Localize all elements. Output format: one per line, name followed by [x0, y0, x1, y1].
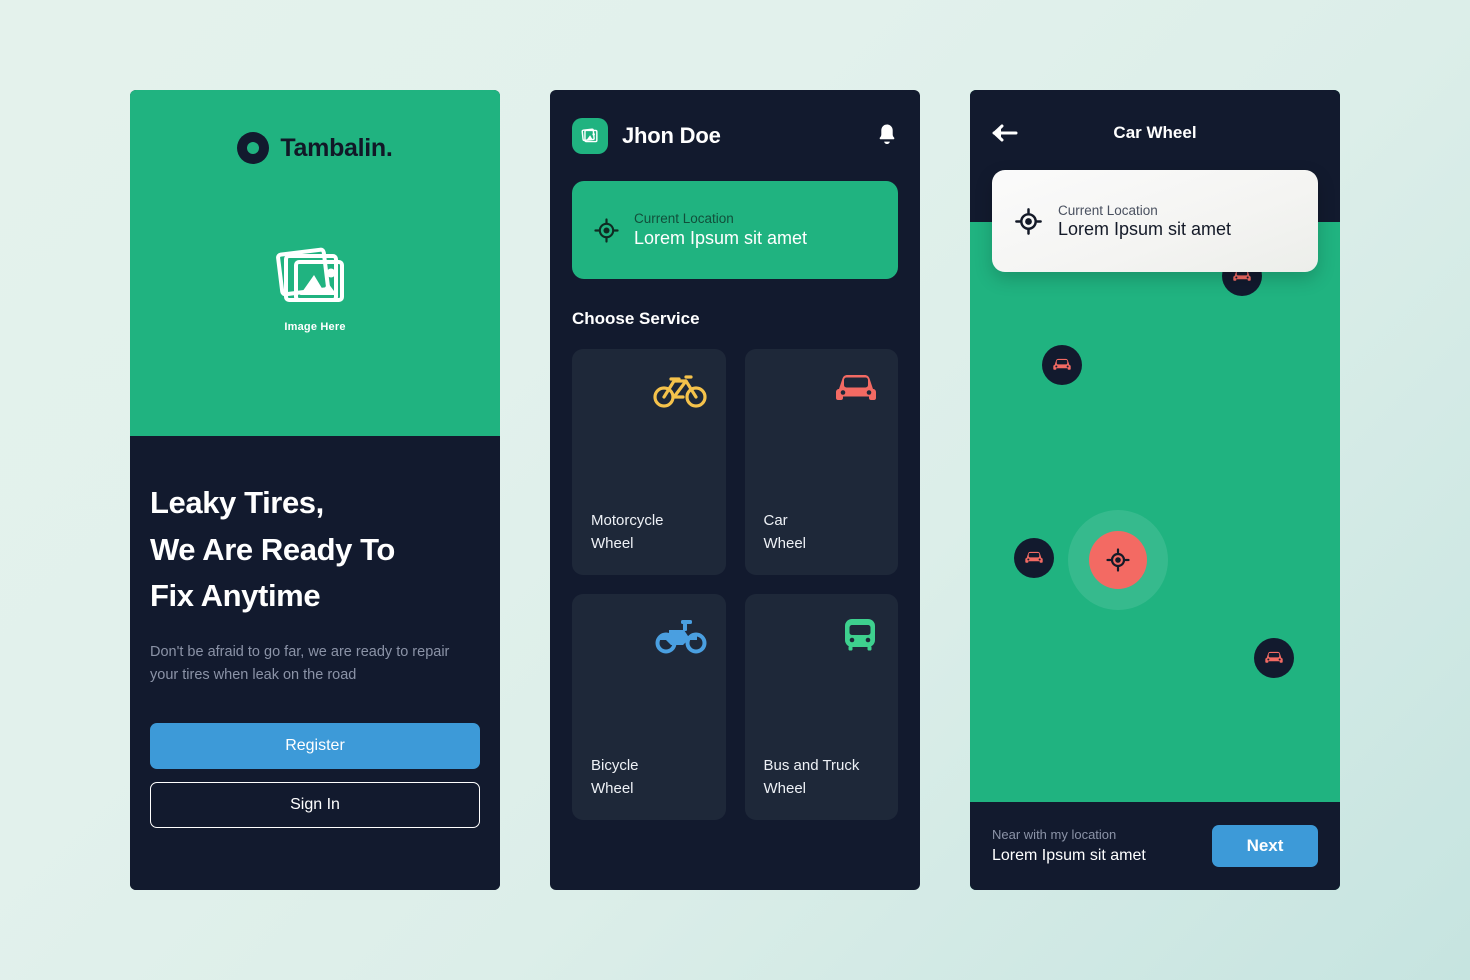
image-placeholder: Image Here: [130, 240, 500, 333]
car-icon: [764, 371, 880, 407]
service-label-line-2: Wheel: [591, 779, 634, 797]
crosshair-icon: [594, 217, 619, 243]
page-title: Car Wheel: [1113, 123, 1197, 142]
bicycle-icon: [591, 371, 707, 409]
map-canvas[interactable]: [970, 222, 1340, 802]
service-label-line-2: Wheel: [763, 534, 807, 552]
image-placeholder-icon: [276, 247, 344, 302]
current-location-card[interactable]: Current Location Lorem Ipsum sit amet: [572, 181, 898, 279]
service-label-line-2: Wheel: [591, 534, 634, 552]
service-card-bicycle-wheel[interactable]: Bicycle Wheel: [572, 594, 726, 820]
map-marker-car[interactable]: [1042, 345, 1082, 385]
image-placeholder-caption: Image Here: [284, 321, 346, 333]
service-label-line-2: Wheel: [763, 779, 807, 797]
phone-screen-map: Car Wheel Current Location Lorem Ipsum s…: [970, 90, 1340, 890]
onboarding-hero: Tambalin. Image Here: [130, 90, 500, 436]
phone-screen-onboarding: Tambalin. Image Here Leaky Tires, We Are…: [130, 90, 500, 890]
sign-in-button[interactable]: Sign In: [150, 782, 480, 829]
car-icon: [1025, 551, 1043, 563]
service-label-line-1: Bus and Truck: [763, 757, 860, 774]
headline-line-1: Leaky Tires,: [150, 485, 324, 520]
brand-lockup: Tambalin.: [130, 90, 500, 164]
motorcycle-icon: [591, 616, 707, 654]
map-marker-car[interactable]: [1014, 538, 1054, 578]
service-label-line-1: Bicycle: [591, 757, 639, 774]
footer-location: Near with my location Lorem Ipsum sit am…: [992, 827, 1146, 865]
user-location-dot: [1089, 531, 1147, 589]
service-grid: Motorcycle Wheel Car Wheel Bicycle Wheel…: [572, 349, 898, 820]
service-card-motorcycle-wheel[interactable]: Motorcycle Wheel: [572, 349, 726, 575]
onboarding-copy: Leaky Tires, We Are Ready To Fix Anytime…: [130, 436, 500, 890]
location-value: Lorem Ipsum sit amet: [634, 228, 808, 248]
section-title-choose-service: Choose Service: [572, 309, 700, 328]
service-card-car-wheel[interactable]: Car Wheel: [744, 349, 898, 575]
service-card-label: Car Wheel: [764, 510, 880, 555]
crosshair-icon: [1106, 548, 1130, 572]
headline-line-3: Fix Anytime: [150, 578, 321, 613]
crosshair-icon: [1015, 207, 1042, 235]
car-icon: [1053, 358, 1071, 370]
service-card-label: Motorcycle Wheel: [591, 510, 707, 555]
current-location-card[interactable]: Current Location Lorem Ipsum sit amet: [992, 170, 1318, 272]
service-label-line-1: Car: [763, 512, 788, 529]
service-card-label: Bus and Truck Wheel: [764, 755, 880, 800]
footer-value: Lorem Ipsum sit amet: [992, 847, 1146, 864]
footer-label: Near with my location: [992, 827, 1117, 842]
service-card-bus-truck-wheel[interactable]: Bus and Truck Wheel: [744, 594, 898, 820]
bus-icon: [764, 616, 880, 654]
page-title: Leaky Tires, We Are Ready To Fix Anytime: [150, 480, 480, 620]
home-header: Jhon Doe: [572, 118, 898, 154]
map-footer: Near with my location Lorem Ipsum sit am…: [970, 802, 1340, 890]
service-card-label: Bicycle Wheel: [591, 755, 707, 800]
home-screen: Jhon Doe Current Location Lorem Ipsum si…: [550, 90, 920, 890]
map-screen: Car Wheel Current Location Lorem Ipsum s…: [970, 90, 1340, 890]
user-location-marker[interactable]: [1068, 510, 1168, 610]
location-label: Current Location: [1058, 202, 1158, 218]
headline-line-2: We Are Ready To: [150, 531, 395, 567]
service-label-line-1: Motorcycle: [591, 512, 664, 529]
register-button[interactable]: Register: [150, 723, 480, 770]
user-name: Jhon Doe: [622, 123, 721, 148]
subcopy-text: Don't be afraid to go far, we are ready …: [150, 643, 450, 683]
phone-screen-home: Jhon Doe Current Location Lorem Ipsum si…: [550, 90, 920, 890]
car-icon: [1265, 651, 1283, 663]
screens-container: Tambalin. Image Here Leaky Tires, We Are…: [0, 0, 1470, 980]
next-button[interactable]: Next: [1212, 825, 1318, 867]
location-label: Current Location: [634, 211, 734, 226]
location-value: Lorem Ipsum sit amet: [1058, 218, 1232, 239]
bell-icon[interactable]: [876, 122, 898, 151]
map-marker-car[interactable]: [1254, 638, 1294, 678]
ring-logo-icon: [237, 132, 270, 164]
image-placeholder-icon: [572, 118, 608, 154]
brand-name: Tambalin.: [280, 133, 393, 162]
